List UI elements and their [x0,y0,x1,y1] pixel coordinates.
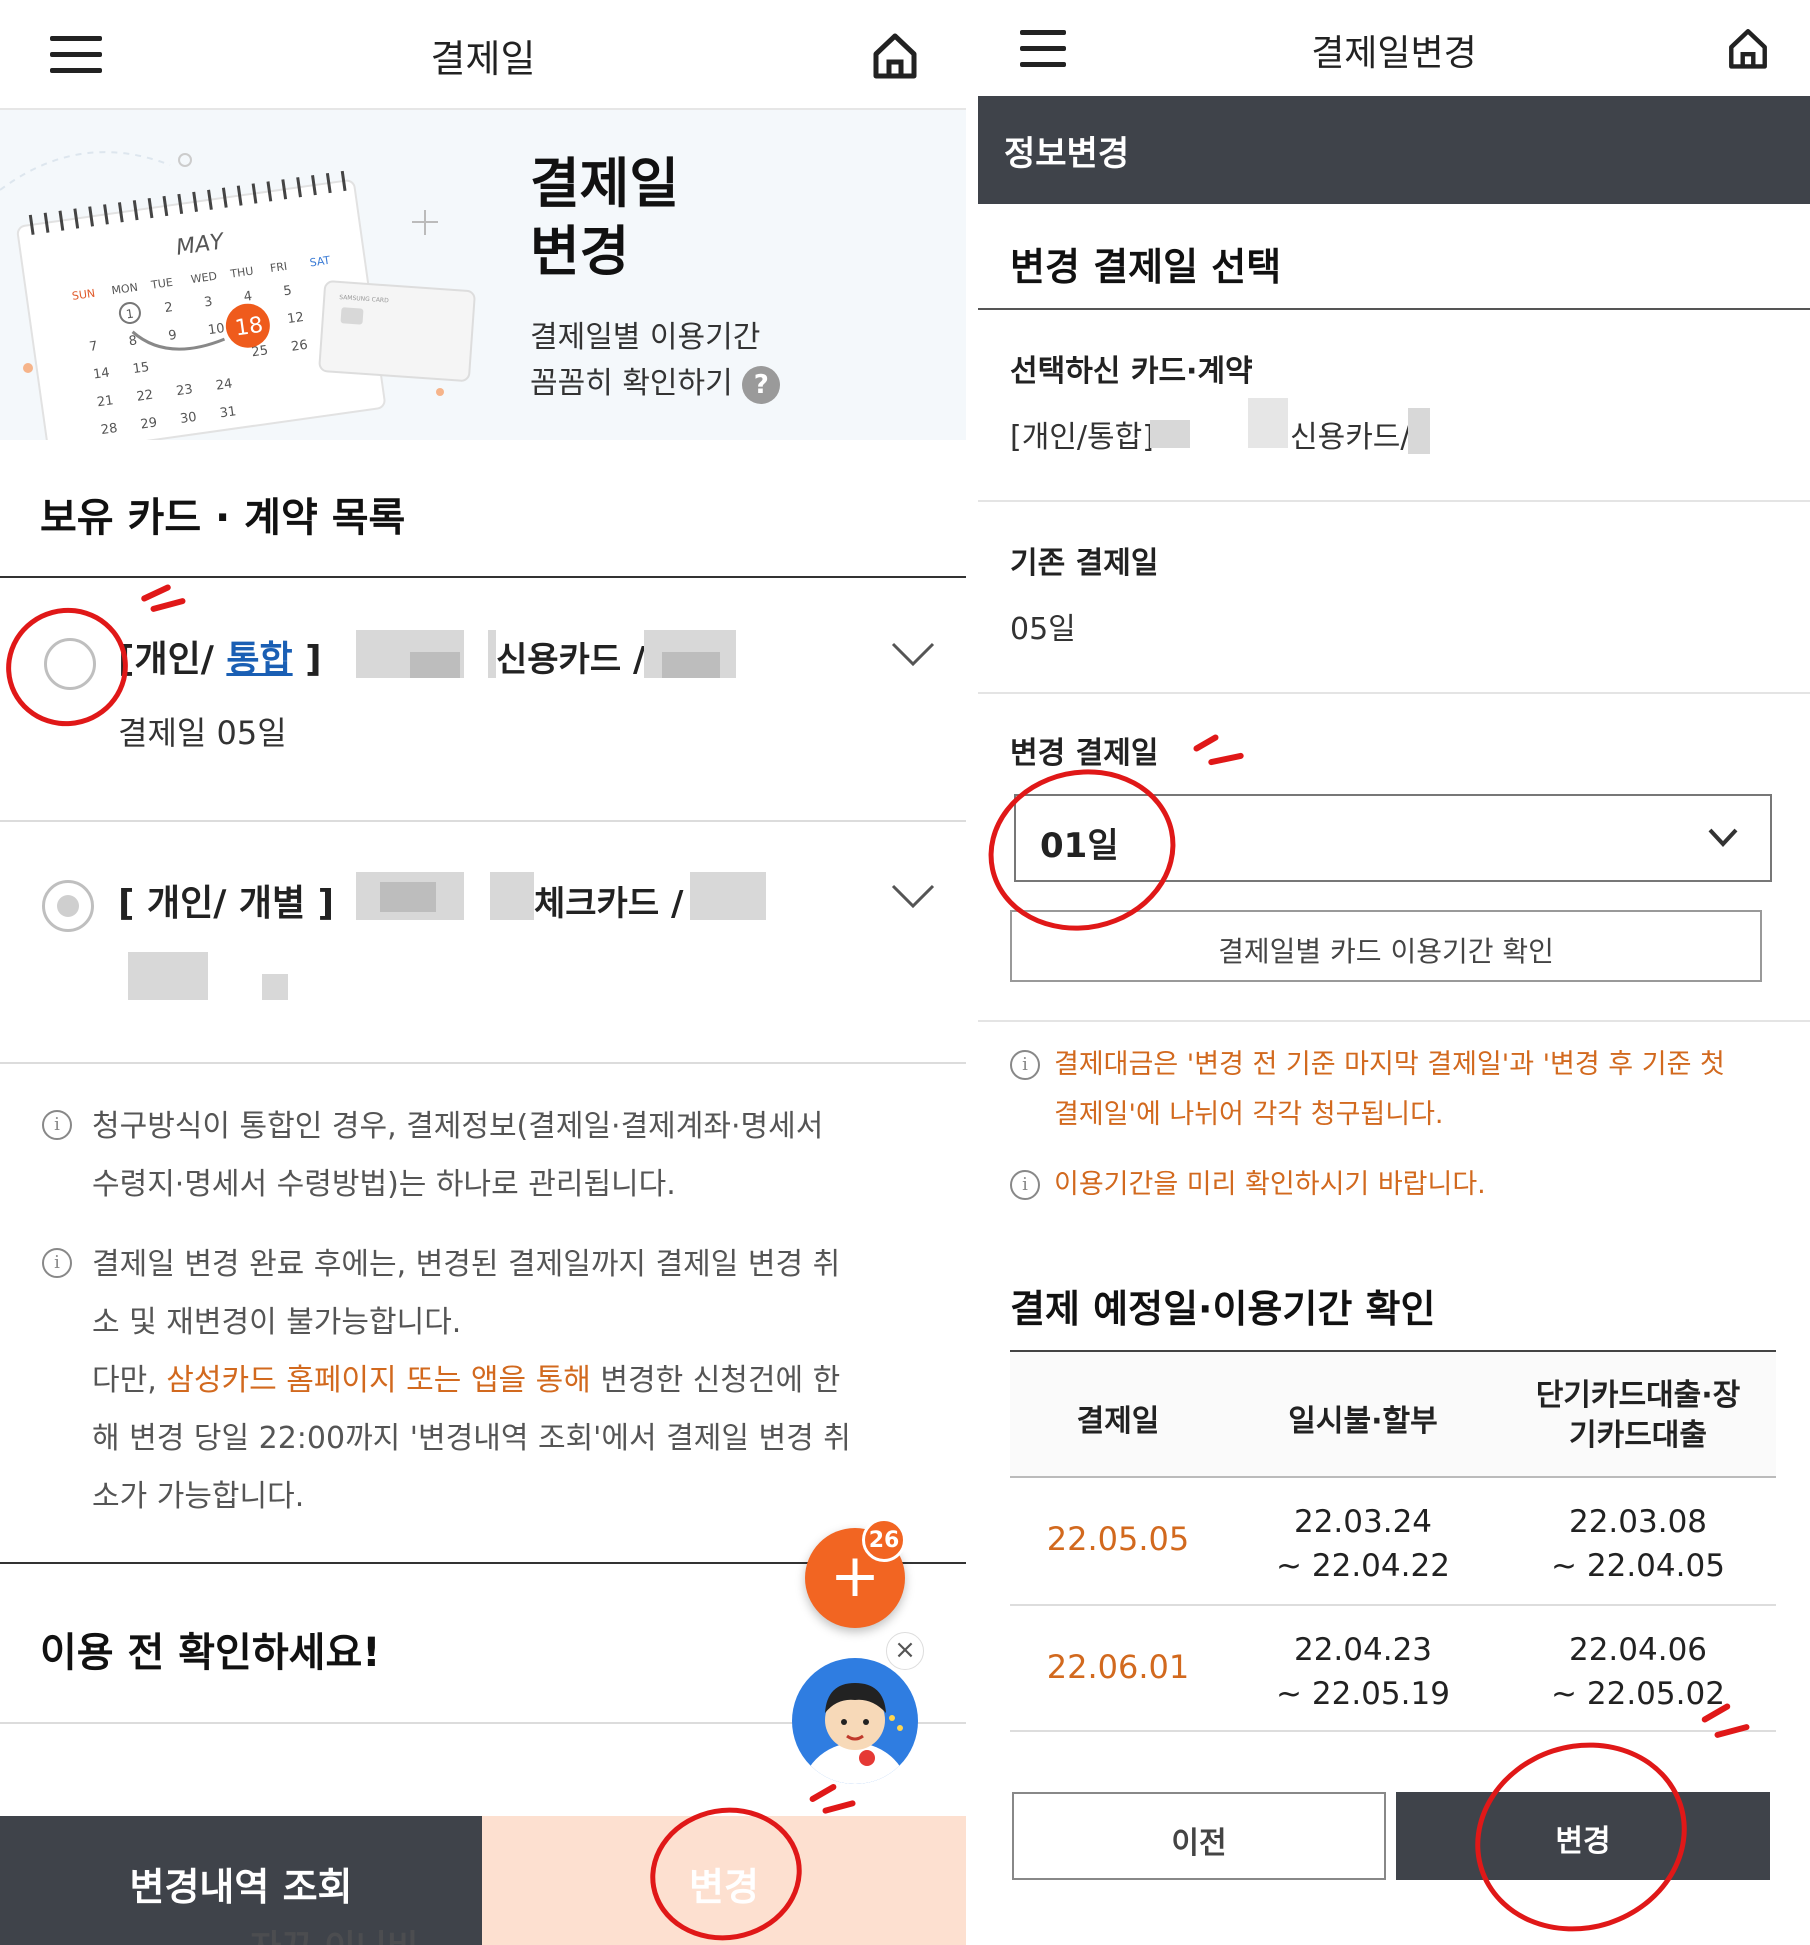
header-loan: 단기카드대출·장 기카드대출 [1535,1378,1741,1453]
chevron-down-icon [1706,826,1740,854]
annotation-tick [808,1782,838,1804]
svg-text:24: 24 [215,377,233,394]
selected-card-label: 선택하신 카드·계약 [1010,354,1253,389]
info-icon: i [42,1110,72,1140]
selected-card-type: 신용카드/ [1290,420,1411,455]
peek-text: 자꾸 이니비 [250,1920,418,1945]
page-title: 결제일 [430,37,536,81]
table-title: 결제 예정일·이용기간 확인 [1010,1287,1436,1331]
chevron-down-icon[interactable] [890,640,936,672]
calendar-illustration: MAY SUN MON TUE WED THU FRI SAT 2345 7 8 9 1012 1… [0,151,476,440]
svg-text:14: 14 [92,365,110,382]
prev-button[interactable]: 이전 [1012,1792,1386,1880]
left-screen: 결제일 MAY SUN MON TUE WED THU FRI SAT 2345 7 8 9 10… [0,0,966,1945]
panel-divider [966,0,978,1945]
card-tag: [개인/ 통합 ] [118,639,322,680]
svg-text:22: 22 [136,388,154,405]
current-paydate-label: 기존 결제일 [1010,546,1159,581]
info-change-band: 정보변경 [978,96,1810,204]
header-paydate: 결제일 [1076,1404,1160,1439]
current-paydate-value: 05일 [1010,612,1076,647]
annotation-tick [1192,733,1220,753]
check-period-button[interactable]: 결제일별 카드 이용기간 확인 [1010,910,1762,982]
card-item[interactable]: [ 개인/ 개별 ] 체크카드 / [0,822,966,1062]
tag-link[interactable]: 통합 [226,639,292,680]
home-icon[interactable] [870,30,920,80]
svg-text:23: 23 [175,382,193,399]
table-row: 22.05.05 22.03.24 ~ 22.04.22 22.03.08 ~ 22… [1046,1504,1725,1584]
svg-text:28: 28 [100,421,118,438]
section-title: 보유 카드 · 계약 목록 [40,495,406,541]
table-row: 22.06.01 22.04.23 ~ 22.05.19 22.04.06 ~ 22… [1046,1632,1725,1712]
card-radio[interactable] [42,880,94,932]
annotation-tick [1207,752,1245,766]
svg-text:10: 10 [207,321,225,338]
svg-text:FRI: FRI [269,260,288,275]
card-item[interactable]: [개인/ 통합 ] 신용카드 / 결제일 05일 [0,578,966,820]
svg-text:12: 12 [286,310,304,327]
banner-title: 결제일 변경 [530,152,680,283]
confirm-title[interactable]: 이용 전 확인하세요! [40,1620,381,1678]
svg-text:21: 21 [96,393,114,410]
section-title: 변경 결제일 선택 [1010,245,1282,289]
selected-card-prefix: [개인/통합] [1010,420,1154,455]
table-header: 결제일 일시불·할부 단기카드대출·장 기카드대출 [1010,1352,1776,1476]
annotation-circle [1450,1715,1712,1945]
header-lump: 일시불·할부 [1288,1404,1438,1439]
notice-2: 이용기간을 미리 확인하시기 바랍니다. [1054,1169,1486,1200]
info-icon: i [42,1248,72,1278]
info-icon: i [1010,1050,1040,1080]
close-icon[interactable]: × [886,1632,924,1670]
banner-desc: 결제일별 이용기간 꼼꼼히 확인하기 ? [530,315,781,407]
chatbot-avatar[interactable] [792,1658,918,1784]
svg-text:29: 29 [140,415,158,432]
svg-text:31: 31 [219,404,237,421]
banner: MAY SUN MON TUE WED THU FRI SAT 2345 7 8 9 10 12 1… [0,110,966,440]
help-icon[interactable]: ? [742,365,781,404]
annotation-tick [821,1799,857,1815]
home-icon[interactable] [1726,26,1770,70]
chevron-down-icon[interactable] [890,882,936,914]
card-type: 체크카드 / [534,884,684,924]
card-tag: [ 개인/ 개별 ] [118,883,335,924]
notification-badge: 26 [862,1518,906,1562]
info-icon: i [1010,1170,1040,1200]
page-title: 결제일변경 [1311,33,1477,74]
svg-text:26: 26 [290,338,308,355]
card-type: 신용카드 / [496,640,646,680]
card-paydate: 결제일 05일 [118,714,287,752]
right-screen: 결제일변경 정보변경 변경 결제일 선택 선택하신 카드·계약 [개인/통합] … [978,0,1810,1945]
notice-1: 결제대금은 '변경 전 기준 마지막 결제일'과 '변경 후 기준 첫 결제일'… [1054,1049,1725,1130]
new-paydate-label: 변경 결제일 [1010,736,1159,771]
svg-text:18: 18 [233,313,264,342]
svg-text:30: 30 [179,410,197,427]
notice-2: 결제일 변경 완료 후에는, 변경된 결제일까지 결제일 변경 취 소 및 재변… [92,1247,851,1514]
notice-1: 청구방식이 통합인 경우, 결제정보(결제일·결제계좌·명세서 수령지·명세서 … [92,1109,824,1202]
svg-text:15: 15 [132,360,150,377]
